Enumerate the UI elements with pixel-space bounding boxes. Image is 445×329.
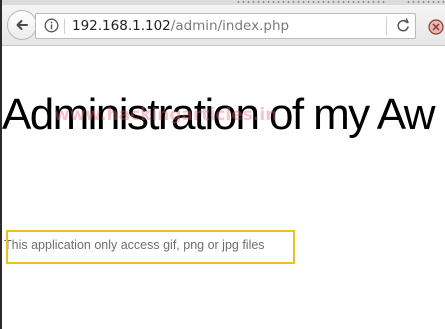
watermark: www.hackingarticles.in	[54, 105, 278, 125]
tab-strip-decoration	[236, 1, 386, 3]
reload-icon[interactable]	[393, 17, 413, 35]
highlight-box	[6, 230, 295, 264]
url-text[interactable]: 192.168.1.102/admin/index.php	[72, 18, 289, 35]
tab-strip-decoration-right	[406, 1, 445, 3]
address-bar[interactable]: 192.168.1.102/admin/index.php	[35, 13, 416, 39]
browser-window: 192.168.1.102/admin/index.php Administra…	[0, 0, 445, 329]
url-host: 192.168.1.102	[72, 18, 171, 34]
back-button[interactable]	[7, 10, 37, 40]
url-path: /admin/index.php	[170, 18, 290, 34]
page-content: Administration of my Aw www.hackingartic…	[2, 47, 445, 329]
url-reload-divider	[386, 17, 387, 35]
navigation-toolbar: 192.168.1.102/admin/index.php	[2, 5, 445, 46]
toolbar-badge-icon[interactable]	[427, 18, 445, 36]
url-divider	[64, 19, 65, 34]
info-icon[interactable]	[44, 18, 59, 33]
back-arrow-icon	[16, 20, 28, 30]
